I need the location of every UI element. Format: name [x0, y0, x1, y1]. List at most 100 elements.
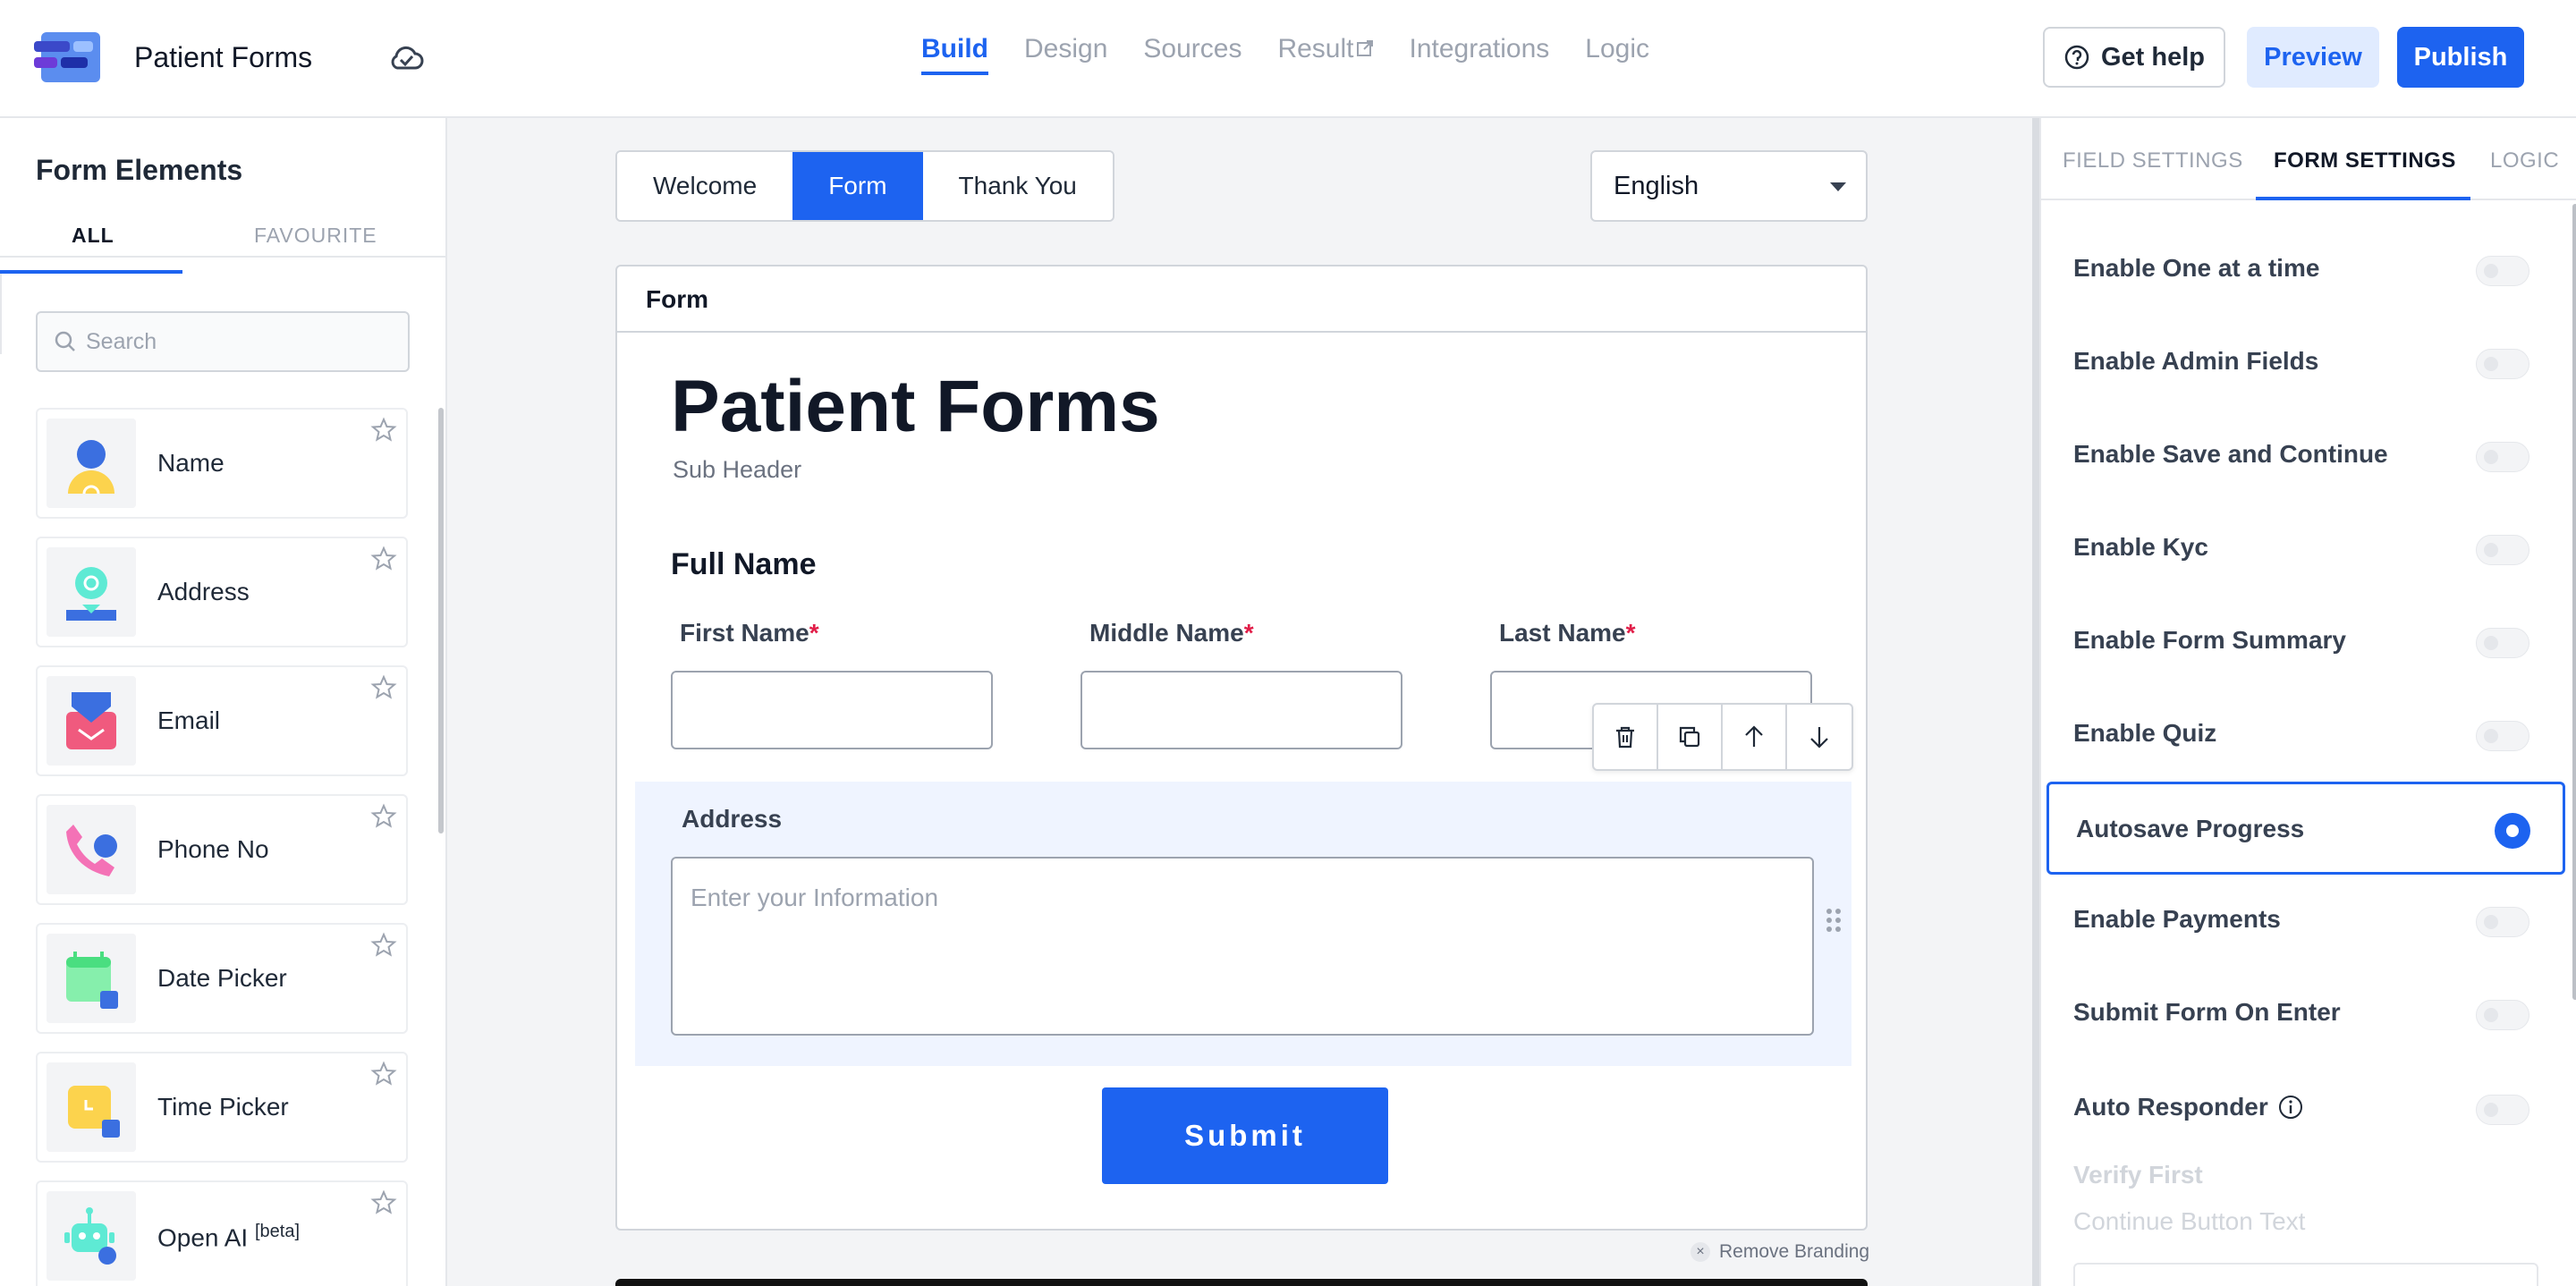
toggle-switch[interactable] [2476, 535, 2529, 565]
info-icon[interactable] [2277, 1094, 2304, 1121]
nav-integrations[interactable]: Integrations [1410, 34, 1550, 75]
element-label-text: Open AI [157, 1223, 249, 1252]
get-help-button[interactable]: Get help [2043, 27, 2225, 88]
tab-logic[interactable]: LOGIC [2490, 148, 2559, 173]
favourite-star-icon[interactable] [370, 1189, 397, 1216]
element-address[interactable]: Address [36, 537, 408, 647]
favourite-star-icon[interactable] [370, 1061, 397, 1087]
element-label: Phone No [157, 835, 269, 863]
setting-row[interactable]: Autosave Progress [2046, 782, 2565, 875]
setting-label-text: Enable One at a time [2073, 254, 2320, 282]
robot-icon [47, 1191, 136, 1281]
location-icon [47, 547, 136, 637]
nav-build[interactable]: Build [921, 34, 988, 75]
tab-all[interactable]: ALL [72, 213, 114, 258]
get-help-label: Get help [2100, 42, 2205, 72]
favourite-star-icon[interactable] [370, 674, 397, 701]
sidebar-scrollbar[interactable] [438, 408, 444, 833]
clock-icon [47, 1062, 136, 1152]
delete-button[interactable] [1594, 705, 1658, 769]
page-tab-welcome[interactable]: Welcome [617, 152, 793, 220]
preview-button[interactable]: Preview [2247, 27, 2379, 88]
toggle-switch[interactable] [2476, 721, 2529, 751]
address-field-block[interactable]: Address [635, 782, 1852, 1066]
address-textarea[interactable] [671, 857, 1814, 1036]
search-input[interactable] [86, 328, 390, 355]
arrow-down-icon [1810, 727, 1828, 749]
setting-row[interactable]: Enable Save and Continue [2046, 410, 2565, 503]
middle-name-input[interactable] [1080, 671, 1402, 749]
setting-label-text: Enable Admin Fields [2073, 347, 2319, 375]
sidebar-title: Form Elements [36, 154, 243, 186]
favourite-star-icon[interactable] [370, 417, 397, 444]
settings-panel: FIELD SETTINGS FORM SETTINGS LOGIC Enabl… [2039, 118, 2576, 1286]
tab-form-settings[interactable]: FORM SETTINGS [2274, 148, 2456, 173]
element-open-ai[interactable]: Open AI [beta] [36, 1180, 408, 1286]
field-toolbar [1592, 703, 1853, 771]
continue-button-text-input[interactable] [2073, 1263, 2538, 1286]
favourite-star-icon[interactable] [370, 803, 397, 830]
nav-result[interactable]: Result [1277, 34, 1373, 75]
nav-design[interactable]: Design [1024, 34, 1107, 75]
toggle-switch-on[interactable] [2495, 813, 2530, 849]
publish-button[interactable]: Publish [2397, 27, 2524, 88]
nav-logic[interactable]: Logic [1585, 34, 1649, 75]
form-canvas: Welcome Form Thank You English Form Pati… [447, 118, 2039, 1286]
setting-row[interactable]: Submit Form On Enter [2046, 968, 2565, 1061]
element-label: Time Picker [157, 1093, 289, 1121]
form-title[interactable]: Patient Forms [671, 365, 1160, 449]
nav-sources[interactable]: Sources [1143, 34, 1241, 75]
tab-favourite[interactable]: FAVOURITE [254, 213, 377, 258]
required-marker: * [1243, 619, 1254, 647]
toggle-switch[interactable] [2476, 256, 2529, 286]
toggle-switch[interactable] [2476, 349, 2529, 379]
panel-resize-handle[interactable] [2032, 118, 2039, 1286]
move-down-button[interactable] [1787, 705, 1852, 769]
favourite-star-icon[interactable] [370, 546, 397, 572]
setting-row[interactable]: Enable Kyc [2046, 503, 2565, 596]
element-label: Email [157, 706, 221, 734]
page-tab-thank-you[interactable]: Thank You [922, 152, 1113, 220]
toggle-switch[interactable] [2476, 442, 2529, 472]
toggle-switch[interactable] [2476, 907, 2529, 937]
setting-row[interactable]: Enable Quiz [2046, 689, 2565, 782]
remove-branding[interactable]: × Remove Branding [1690, 1241, 1869, 1263]
setting-label-text: Enable Payments [2073, 905, 2281, 933]
favourite-star-icon[interactable] [370, 932, 397, 959]
settings-scrollbar[interactable] [2572, 204, 2576, 1000]
app-logo-icon[interactable] [34, 32, 100, 82]
main-nav: Build Design Sources Result Integrations… [921, 34, 1649, 75]
submit-button[interactable]: Submit [1102, 1087, 1388, 1184]
verify-first-label: Verify First [2073, 1161, 2203, 1189]
full-name-title[interactable]: Full Name [671, 547, 816, 582]
first-name-label: First Name* [680, 619, 819, 647]
setting-label: Enable One at a time [2073, 254, 2319, 283]
setting-row[interactable]: Enable Form Summary [2046, 596, 2565, 689]
form-sub-header[interactable]: Sub Header [673, 456, 801, 484]
toggle-switch[interactable] [2476, 628, 2529, 658]
element-name[interactable]: Name [36, 408, 408, 519]
language-select[interactable]: English [1590, 150, 1868, 222]
search-box[interactable] [36, 311, 410, 372]
page-tab-form[interactable]: Form [792, 152, 923, 220]
setting-row[interactable]: Auto Responder [2046, 1062, 2565, 1155]
element-time-picker[interactable]: Time Picker [36, 1052, 408, 1163]
element-email[interactable]: Email [36, 665, 408, 776]
tab-field-settings[interactable]: FIELD SETTINGS [2063, 148, 2243, 173]
chevron-down-icon [1830, 182, 1846, 191]
duplicate-button[interactable] [1658, 705, 1723, 769]
first-name-input[interactable] [671, 671, 993, 749]
setting-row[interactable]: Enable Payments [2046, 875, 2565, 968]
setting-row[interactable]: Enable One at a time [2046, 224, 2565, 317]
move-up-button[interactable] [1723, 705, 1787, 769]
language-value: English [1614, 172, 1699, 200]
drag-handle-icon[interactable] [1825, 907, 1843, 934]
copy-icon [1679, 726, 1700, 748]
toggle-switch[interactable] [2476, 1000, 2529, 1030]
element-date-picker[interactable]: Date Picker [36, 923, 408, 1034]
toggle-switch[interactable] [2476, 1095, 2529, 1125]
element-phone[interactable]: Phone No [36, 794, 408, 905]
cloud-save-icon[interactable] [386, 43, 426, 73]
remove-branding-label: Remove Branding [1719, 1241, 1870, 1262]
setting-row[interactable]: Enable Admin Fields [2046, 317, 2565, 410]
